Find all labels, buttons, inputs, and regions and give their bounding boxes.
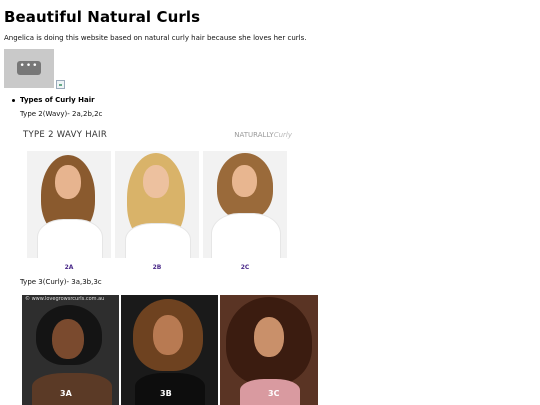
- brand-name: NATURALLY: [234, 131, 274, 139]
- label-3b: 3B: [160, 389, 172, 398]
- photo-2c: [203, 151, 287, 258]
- broken-image-icon: [56, 80, 65, 89]
- photo-2a: [27, 151, 111, 258]
- list-bullet: [12, 99, 15, 102]
- label-3c: 3C: [268, 389, 280, 398]
- type3-description: Type 3(Curly)- 3a,3b,3c: [20, 278, 102, 286]
- section-heading: Types of Curly Hair: [20, 96, 95, 104]
- type2-description: Type 2(Wavy)- 2a,2b,2c: [20, 110, 103, 118]
- label-2a: 2A: [64, 264, 74, 271]
- label-3a: 3A: [60, 389, 72, 398]
- type3-curly-hair-image: © www.lovegrowsrcurls.com.au 3A 3B 3C: [22, 295, 318, 405]
- label-2c: 2C: [240, 264, 250, 271]
- intro-text: Angelica is doing this website based on …: [4, 34, 307, 42]
- type2-wavy-hair-image: TYPE 2 WAVY HAIR NATURALLYCurly 2A 2B 2C: [20, 128, 296, 274]
- page-title: Beautiful Natural Curls: [4, 8, 201, 26]
- more-horizontal-icon[interactable]: •••: [17, 61, 41, 75]
- label-2b: 2B: [152, 264, 162, 271]
- brand-logo: NATURALLYCurly: [234, 131, 292, 139]
- photo-2b: [115, 151, 199, 258]
- watermark: © www.lovegrowsrcurls.com.au: [25, 296, 105, 302]
- embedded-media-placeholder[interactable]: •••: [4, 49, 54, 88]
- wavy-image-header: TYPE 2 WAVY HAIR: [23, 130, 108, 140]
- brand-script: Curly: [273, 131, 292, 139]
